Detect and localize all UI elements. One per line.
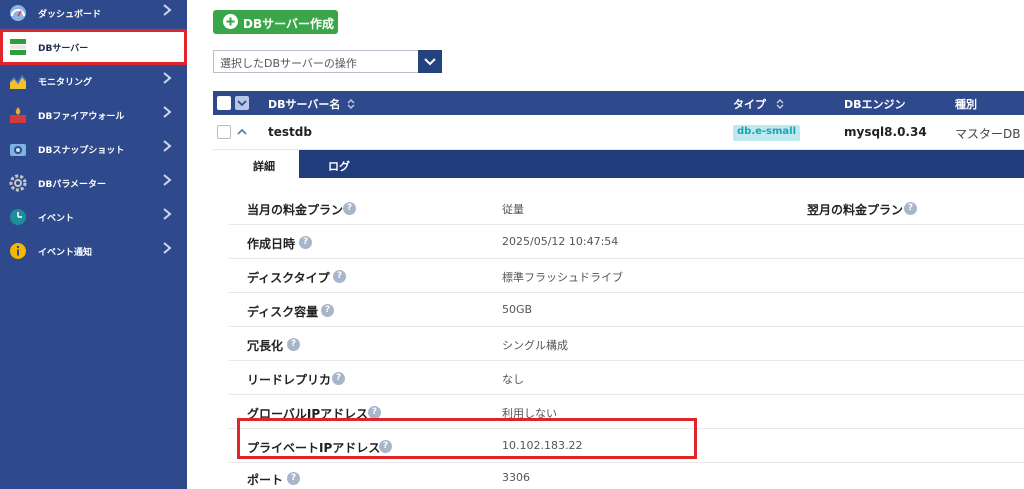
help-icon[interactable]: ? — [904, 202, 917, 215]
sidebar-item-event-notification[interactable]: イベント通知 — [0, 234, 187, 268]
chevron-right-icon — [163, 174, 172, 186]
header-kind: 種別 — [955, 98, 977, 111]
help-icon[interactable]: ? — [321, 304, 334, 317]
help-icon[interactable]: ? — [343, 202, 356, 215]
detail-row-redundancy: 冗長化 ? シングル構成 — [229, 327, 1024, 361]
header-type-label: タイプ — [733, 98, 766, 111]
sidebar-item-firewall[interactable]: DBファイアウォール — [0, 98, 187, 132]
sidebar-item-label: DBパラメーター — [38, 180, 107, 190]
firewall-icon — [10, 107, 26, 123]
chevron-down-icon — [237, 100, 247, 107]
chevron-right-icon — [163, 208, 172, 220]
help-icon[interactable]: ? — [332, 372, 345, 385]
tab-details[interactable]: 詳細 — [229, 150, 299, 178]
table-row[interactable]: testdb db.e-small mysql8.0.34 マスターDB — [213, 115, 1024, 150]
create-db-server-button[interactable]: DBサーバー作成 — [213, 10, 338, 34]
detail-key: 当月の料金プラン — [247, 203, 344, 217]
chevron-right-icon — [163, 106, 172, 118]
sort-icon — [776, 99, 784, 109]
detail-key: ディスク容量 — [247, 305, 319, 319]
sidebar: ダッシュボード DBサーバー モニタリング DBファイアウォール DBスナップシ… — [0, 0, 187, 489]
detail-key-next-plan: 翌月の料金プラン — [807, 203, 904, 217]
camera-icon — [10, 144, 26, 156]
detail-value: 3306 — [502, 471, 530, 484]
detail-value: 2025/05/12 10:47:54 — [502, 235, 619, 248]
help-icon[interactable]: ? — [299, 236, 312, 249]
server-action-select[interactable]: 選択したDBサーバーの操作 — [213, 50, 442, 73]
detail-row-disk-size: ディスク容量 ? 50GB — [229, 293, 1024, 327]
detail-key: 冗長化 — [247, 339, 284, 353]
chevron-right-icon — [163, 140, 172, 152]
chevron-down-icon — [424, 58, 436, 66]
sidebar-item-label: DBファイアウォール — [38, 112, 125, 122]
detail-row-current-plan: 当月の料金プラン ? 従量 翌月の料金プラン ? — [229, 191, 1024, 225]
sidebar-item-event[interactable]: イベント — [0, 200, 187, 234]
detail-value: なし — [502, 373, 524, 386]
engine-value: mysql8.0.34 — [844, 125, 927, 139]
sidebar-item-label: ダッシュボード — [38, 10, 102, 20]
select-all-checkbox[interactable] — [217, 96, 231, 110]
sort-icon — [347, 99, 355, 109]
tab-details-label: 詳細 — [253, 160, 275, 173]
detail-value: 従量 — [502, 203, 524, 216]
tab-logs[interactable]: ログ — [299, 150, 379, 178]
clock-icon — [10, 209, 26, 225]
select-dropdown-button[interactable] — [418, 50, 442, 73]
detail-key: ポート — [247, 473, 284, 487]
info-icon — [10, 243, 26, 259]
sidebar-item-parameter[interactable]: DBパラメーター — [0, 166, 187, 200]
header-engine: DBエンジン — [844, 98, 906, 111]
detail-key: 作成日時 — [247, 237, 296, 251]
detail-row-port: ポート ? 3306 — [229, 461, 1024, 489]
detail-row-disk-type: ディスクタイプ ? 標準フラッシュドライブ — [229, 259, 1024, 293]
row-checkbox[interactable] — [217, 125, 231, 139]
detail-value: シングル構成 — [502, 339, 568, 352]
help-icon[interactable]: ? — [333, 270, 346, 283]
chevron-right-icon — [163, 72, 172, 84]
detail-tabs: 詳細 ログ — [229, 150, 1024, 178]
kind-value: マスターDB — [955, 127, 1021, 141]
detail-key: リードレプリカ — [247, 373, 332, 387]
chevron-right-icon — [163, 4, 172, 16]
app-root: ダッシュボード DBサーバー モニタリング DBファイアウォール DBスナップシ… — [0, 0, 1024, 489]
sidebar-item-label: モニタリング — [38, 78, 93, 88]
sidebar-item-snapshot[interactable]: DBスナップショット — [0, 132, 187, 166]
highlight-box-private-ip — [237, 418, 697, 459]
detail-row-created-at: 作成日時 ? 2025/05/12 10:47:54 — [229, 225, 1024, 259]
sidebar-item-label: イベント通知 — [38, 248, 93, 258]
create-button-label: DBサーバー作成 — [243, 17, 334, 31]
sidebar-item-label: DBスナップショット — [38, 146, 125, 156]
tab-logs-label: ログ — [328, 160, 350, 173]
detail-row-read-replica: リードレプリカ ? なし — [229, 361, 1024, 395]
detail-key: ディスクタイプ — [247, 271, 330, 285]
select-all-dropdown[interactable] — [235, 96, 249, 110]
select-value: 選択したDBサーバーの操作 — [220, 57, 357, 70]
server-name[interactable]: testdb — [268, 125, 312, 139]
chevron-right-icon — [163, 242, 172, 254]
detail-value: 標準フラッシュドライブ — [502, 271, 623, 284]
plus-icon — [223, 14, 238, 29]
sidebar-item-monitoring[interactable]: モニタリング — [0, 64, 187, 98]
chevron-up-icon[interactable] — [235, 125, 249, 139]
header-name-label: DBサーバー名 — [268, 98, 341, 111]
header-name[interactable]: DBサーバー名 — [268, 96, 355, 112]
monitoring-icon — [9, 74, 27, 89]
table-header: DBサーバー名 タイプ DBエンジン 種別 — [213, 91, 1024, 115]
sidebar-item-dashboard[interactable]: ダッシュボード — [0, 0, 187, 30]
highlight-box-db-server — [0, 29, 187, 65]
detail-value: 50GB — [502, 303, 533, 316]
type-badge: db.e-small — [733, 125, 801, 141]
help-icon[interactable]: ? — [287, 472, 300, 485]
header-type[interactable]: タイプ — [733, 96, 784, 112]
dashboard-icon — [10, 5, 26, 21]
help-icon[interactable]: ? — [287, 338, 300, 351]
sidebar-item-label: イベント — [38, 214, 75, 224]
gear-icon — [9, 174, 27, 192]
